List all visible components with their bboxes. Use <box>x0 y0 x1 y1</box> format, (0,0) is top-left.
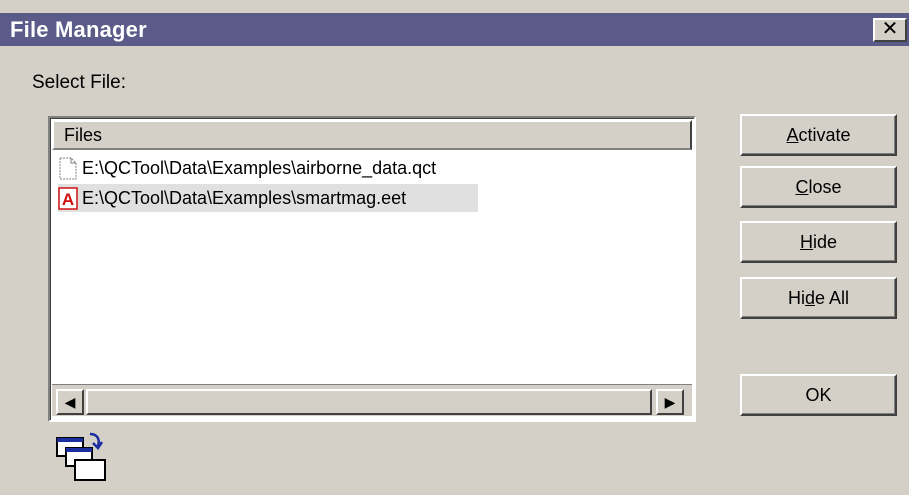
scroll-left-button[interactable]: ◀ <box>56 389 84 415</box>
list-item-selected[interactable]: A E:\QCTool\Data\Examples\smartmag.eet <box>58 184 478 212</box>
select-file-label: Select File: <box>32 72 126 93</box>
hide-button[interactable]: Hide <box>740 221 897 263</box>
file-manager-window: File Manager ✕ Select File: Files E:\QCT… <box>0 0 909 495</box>
arrow-left-icon: ◀ <box>64 394 76 410</box>
close-button[interactable]: Close <box>740 166 897 208</box>
mnemonic-letter: H <box>799 232 813 252</box>
hide-all-button[interactable]: Hide All <box>740 277 897 319</box>
close-window-button[interactable]: ✕ <box>873 18 907 42</box>
document-icon <box>59 157 77 180</box>
horizontal-scrollbar[interactable]: ◀ ▶ <box>52 384 692 416</box>
svg-text:A: A <box>62 190 74 209</box>
file-path: E:\QCTool\Data\Examples\smartmag.eet <box>82 188 407 208</box>
ok-button[interactable]: OK <box>740 374 897 416</box>
adobe-file-icon: A <box>58 187 78 210</box>
mnemonic-letter: C <box>795 177 809 197</box>
button-label-pre: Hi <box>787 288 805 308</box>
window-title: File Manager <box>10 17 147 42</box>
column-header-files[interactable]: Files <box>52 120 692 150</box>
title-bar[interactable]: File Manager <box>0 13 909 46</box>
files-listbox[interactable]: Files E:\QCTool\Data\Examples\airborne_d… <box>48 116 696 422</box>
button-label: OK <box>805 385 832 405</box>
mnemonic-letter: d <box>804 288 815 308</box>
cascade-windows-icon[interactable] <box>56 432 116 482</box>
button-label: lose <box>808 177 842 197</box>
close-icon: ✕ <box>881 18 899 40</box>
button-label: ide <box>812 232 838 252</box>
arrow-right-icon: ▶ <box>664 394 676 410</box>
scroll-thumb[interactable] <box>86 389 652 415</box>
activate-button[interactable]: Activate <box>740 114 897 156</box>
button-label: e All <box>814 288 850 308</box>
scroll-right-button[interactable]: ▶ <box>656 389 684 415</box>
mnemonic-letter: A <box>786 125 799 145</box>
button-label: ctivate <box>798 125 851 145</box>
file-path: E:\QCTool\Data\Examples\airborne_data.qc… <box>82 158 437 178</box>
